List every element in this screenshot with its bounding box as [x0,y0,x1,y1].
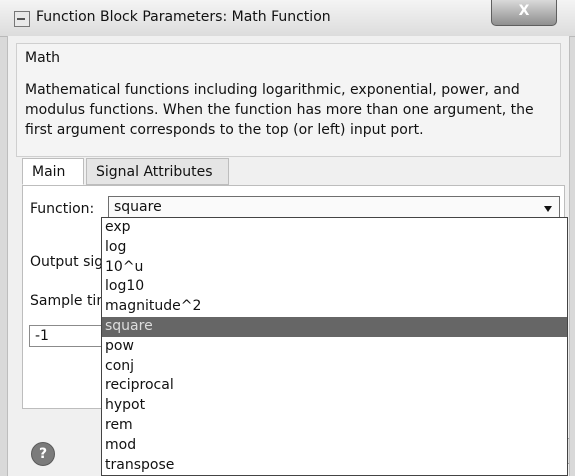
dropdown-option-10-power-u[interactable]: 10^u [102,258,567,278]
dropdown-option-exp[interactable]: exp [102,218,567,238]
block-parameters-icon [14,11,30,27]
output-signal-label: Output sig [30,254,104,270]
dropdown-option-square[interactable]: square [102,316,567,337]
help-button[interactable]: ? [31,442,55,466]
dropdown-option-hypot[interactable]: hypot [102,396,567,416]
sample-time-label: Sample tin [30,293,106,309]
function-select-value: square [114,199,162,215]
function-label: Function: [30,201,95,217]
dropdown-option-reciprocal[interactable]: reciprocal [102,376,567,396]
dropdown-option-log[interactable]: log [102,238,567,258]
function-dropdown-list: exp log 10^u log10 magnitude^2 square po… [101,217,568,476]
dropdown-option-transpose[interactable]: transpose [102,456,567,475]
sample-time-input[interactable]: -1 [29,325,109,347]
sample-time-value: -1 [35,328,49,344]
dropdown-option-pow[interactable]: pow [102,337,567,357]
close-button[interactable]: X [491,0,557,26]
dropdown-option-conj[interactable]: conj [102,357,567,377]
title-bar: Function Block Parameters: Math Function… [0,0,575,37]
chevron-down-icon[interactable] [544,206,552,212]
window-title: Function Block Parameters: Math Function [36,9,331,25]
tab-signal-attributes[interactable]: Signal Attributes [86,158,229,185]
math-description-group: Math Mathematical functions including lo… [16,43,561,157]
tab-main[interactable]: Main [22,158,84,185]
dropdown-option-rem[interactable]: rem [102,416,567,436]
group-title: Math [25,50,61,66]
function-description: Mathematical functions including logarit… [25,82,534,138]
dropdown-option-log10[interactable]: log10 [102,277,567,297]
dropdown-option-magnitude-squared[interactable]: magnitude^2 [102,297,567,317]
dropdown-option-mod[interactable]: mod [102,436,567,456]
